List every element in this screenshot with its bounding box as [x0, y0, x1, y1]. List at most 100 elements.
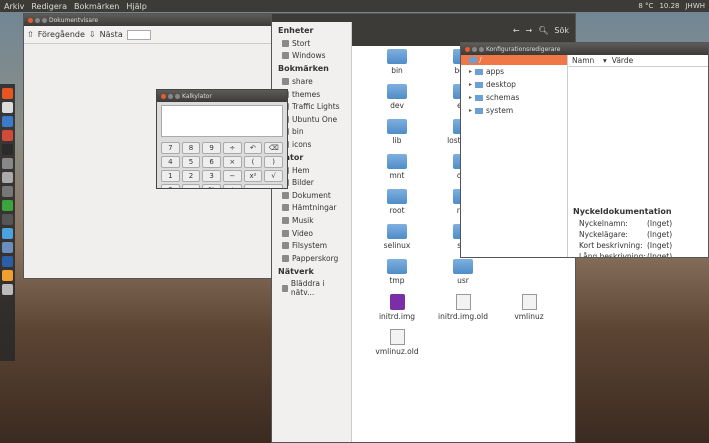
config-editor-titlebar[interactable]: Konfigurationsredigerare [461, 43, 708, 55]
next-page-button[interactable]: Nästa [100, 30, 123, 39]
calc-button[interactable]: ÷ [222, 142, 242, 154]
calc-button[interactable]: 2 [181, 170, 201, 182]
maximize-icon[interactable] [479, 46, 484, 52]
calc-button[interactable]: 1 [161, 170, 180, 182]
expand-arrow-icon[interactable]: ▸ [469, 94, 472, 101]
tree-node[interactable]: ▸ system [461, 104, 567, 117]
menu-bookmarks[interactable]: Bokmärken [74, 2, 119, 11]
calc-button[interactable]: % [202, 184, 221, 188]
file-item[interactable]: mnt [364, 154, 430, 181]
calc-button[interactable]: ) [264, 156, 283, 168]
menu-file[interactable]: Arkiv [4, 2, 24, 11]
forward-arrow-icon[interactable]: → [526, 26, 533, 35]
expand-arrow-icon[interactable]: ▸ [469, 81, 472, 88]
minimize-icon[interactable] [168, 93, 173, 99]
tree-node[interactable]: ▸ desktop [461, 78, 567, 91]
file-item[interactable]: usr [430, 259, 496, 286]
tree-node[interactable]: ▸ schemas [461, 91, 567, 104]
tree-node[interactable]: ▸ apps [461, 65, 567, 78]
expand-arrow-icon[interactable]: ▸ [469, 107, 472, 114]
search-button[interactable]: Sök [554, 26, 569, 35]
calc-button[interactable]: 9 [202, 142, 221, 154]
settings-icon[interactable] [2, 172, 13, 183]
file-item[interactable]: lib [364, 119, 430, 146]
file-item[interactable]: tmp [364, 259, 430, 286]
file-item[interactable]: selinux [364, 224, 430, 251]
calc-button[interactable]: x² [243, 170, 263, 182]
clock[interactable]: 10.28 [659, 2, 679, 10]
calc-button[interactable]: 7 [161, 142, 180, 154]
calc-button[interactable]: 0 [161, 184, 180, 188]
sidebar-item-place[interactable]: Papperskorg [272, 252, 351, 265]
android-icon[interactable] [2, 200, 13, 211]
file-item[interactable]: bin [364, 49, 430, 76]
calculator-display[interactable] [161, 105, 283, 137]
sidebar-item-network[interactable]: Bläddra i nätv... [272, 278, 351, 300]
file-item[interactable]: initrd.img [364, 294, 430, 321]
close-icon[interactable] [465, 46, 470, 52]
home-icon[interactable] [2, 270, 13, 281]
terminal-icon[interactable] [2, 144, 13, 155]
tree-root-selected[interactable]: / [461, 55, 567, 65]
calc-icon[interactable] [2, 158, 13, 169]
file-item[interactable]: initrd.img.old [430, 294, 496, 321]
sidebar-item-place[interactable]: Video [272, 227, 351, 240]
close-icon[interactable] [161, 93, 166, 99]
file-item[interactable]: vmlinuz [496, 294, 562, 321]
file-item[interactable]: vmlinuz.old [364, 329, 430, 356]
dev-icon[interactable] [2, 256, 13, 267]
calc-button[interactable]: 8 [181, 142, 201, 154]
files-icon[interactable] [2, 102, 13, 113]
music-icon[interactable] [2, 186, 13, 197]
calculator-titlebar[interactable]: Kalkylator [157, 90, 287, 102]
calc-button[interactable]: + [222, 184, 242, 188]
file-item[interactable]: root [364, 189, 430, 216]
calc-button[interactable]: × [222, 156, 242, 168]
print-icon[interactable] [2, 214, 13, 225]
expand-arrow-icon[interactable]: ▸ [469, 68, 472, 75]
docviewer-titlebar[interactable]: Dokumentvisare [24, 14, 274, 26]
maximize-icon[interactable] [175, 93, 180, 99]
sidebar-item-device[interactable]: Windows [272, 50, 351, 63]
maximize-icon[interactable] [42, 17, 47, 23]
trash-icon[interactable] [2, 284, 13, 295]
calc-button[interactable]: = [243, 184, 283, 188]
mail-icon[interactable] [2, 242, 13, 253]
menu-help[interactable]: Hjälp [126, 2, 146, 11]
sidebar-item-bookmark[interactable]: share [272, 75, 351, 88]
minimize-icon[interactable] [35, 17, 40, 23]
weather-indicator[interactable]: 8 °C [638, 2, 653, 10]
sidebar-item-device[interactable]: Stort [272, 37, 351, 50]
chrome-icon[interactable] [2, 130, 13, 141]
search-icon[interactable]: 🔍︎ [538, 26, 548, 35]
user-menu[interactable]: JHWH [685, 2, 705, 10]
calc-button[interactable]: √ [264, 170, 283, 182]
calc-button[interactable]: 4 [161, 156, 180, 168]
calc-button[interactable]: 3 [202, 170, 221, 182]
column-value-header[interactable]: Värde [609, 56, 633, 65]
down-arrow-icon[interactable]: ⇩ [89, 30, 96, 39]
calc-button[interactable]: ⌫ [264, 142, 283, 154]
column-name-header[interactable]: Namn [569, 56, 601, 65]
up-arrow-icon[interactable]: ⇧ [27, 30, 34, 39]
browser-icon[interactable] [2, 116, 13, 127]
close-icon[interactable] [28, 17, 33, 23]
calc-button[interactable]: 6 [202, 156, 221, 168]
ubuntu-icon[interactable] [2, 88, 13, 99]
chat-icon[interactable] [2, 228, 13, 239]
sidebar-item-place[interactable]: Musik [272, 214, 351, 227]
calc-button[interactable]: ↶ [243, 142, 263, 154]
calc-button[interactable]: − [222, 170, 242, 182]
calc-button[interactable]: 5 [181, 156, 201, 168]
sidebar-item-place[interactable]: Filsystem [272, 239, 351, 252]
sidebar-item-place[interactable]: Hämtningar [272, 202, 351, 215]
page-number-input[interactable] [126, 29, 151, 40]
calc-button[interactable]: , [181, 184, 201, 188]
back-arrow-icon[interactable]: ← [513, 26, 520, 35]
file-item[interactable]: dev [364, 84, 430, 111]
sidebar-item-place[interactable]: Dokument [272, 189, 351, 202]
prev-page-button[interactable]: Föregående [38, 30, 85, 39]
menu-edit[interactable]: Redigera [31, 2, 67, 11]
minimize-icon[interactable] [472, 46, 477, 52]
calc-button[interactable]: ( [243, 156, 263, 168]
